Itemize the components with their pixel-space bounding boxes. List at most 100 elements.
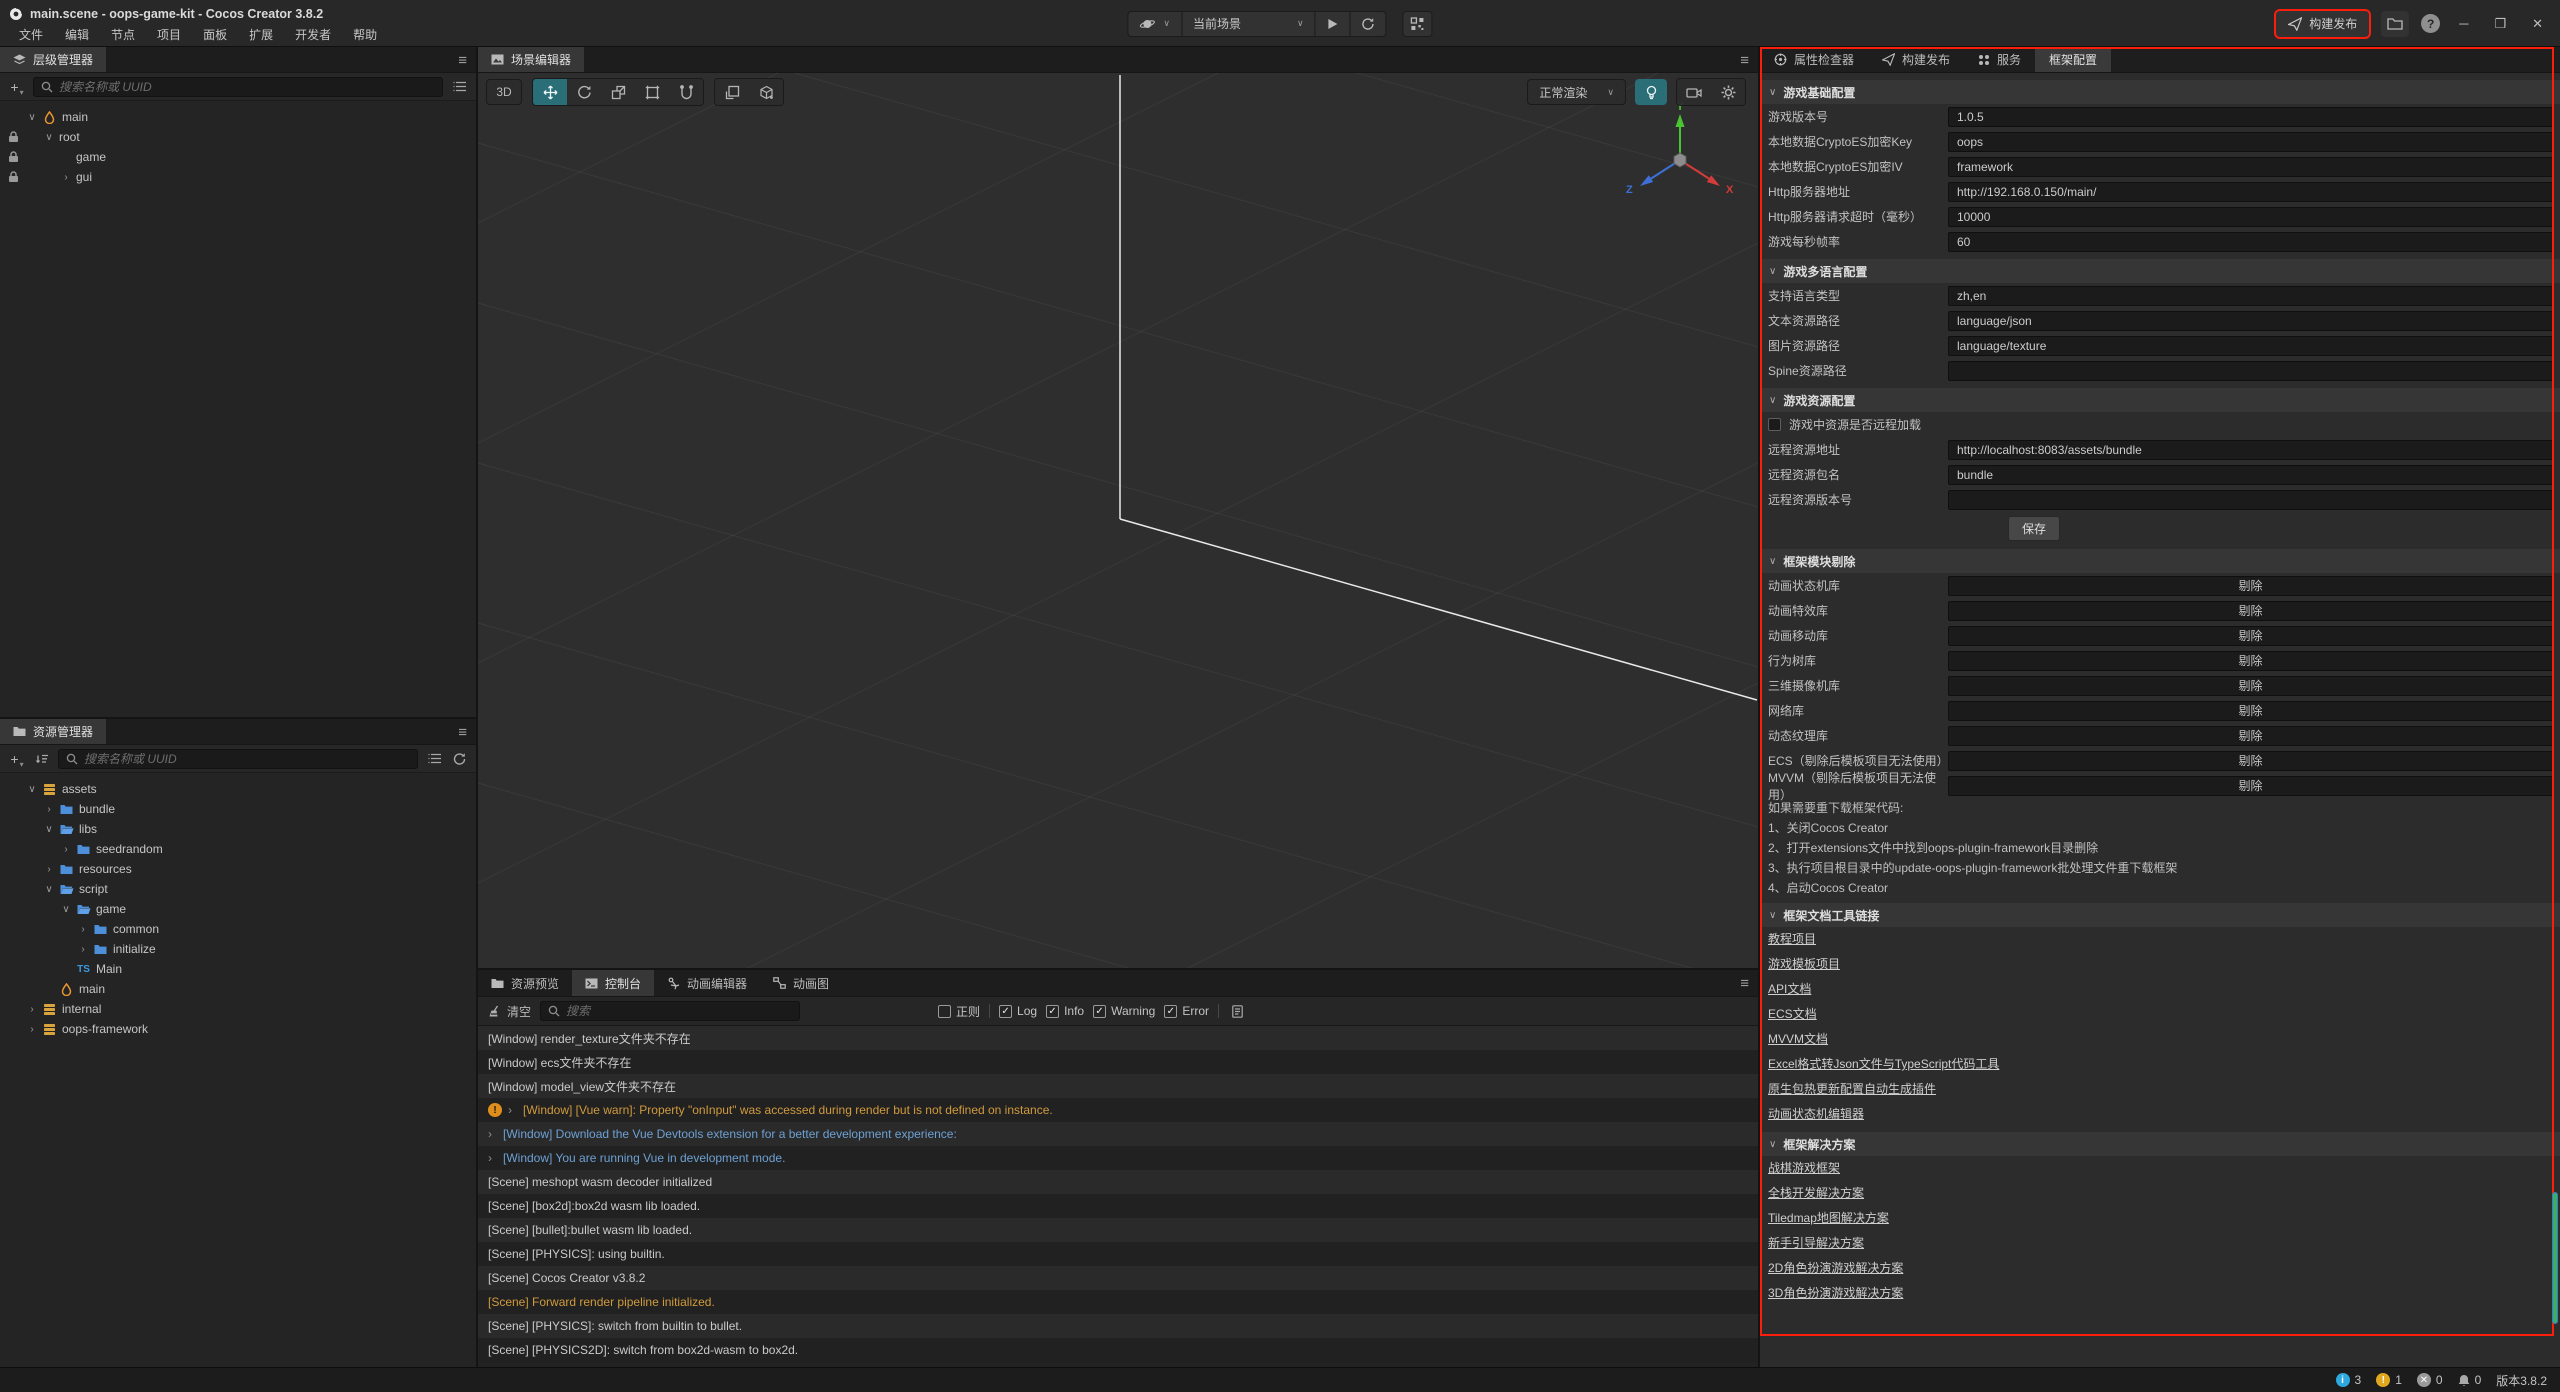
hierarchy-search[interactable]: [33, 77, 443, 97]
panel-menu-icon[interactable]: ≡: [458, 719, 467, 745]
remote-load-checkbox-row[interactable]: 游戏中资源是否远程加载: [1760, 412, 2560, 437]
menu-edit[interactable]: 编辑: [55, 24, 99, 45]
tree-node-game[interactable]: game: [0, 147, 476, 167]
remote-address-field[interactable]: [1948, 440, 2553, 460]
tab-animation-graph[interactable]: 动画图: [760, 970, 842, 996]
preview-qr-button[interactable]: [1403, 11, 1433, 37]
link-template-project[interactable]: 游戏模板项目: [1768, 952, 1840, 977]
link-2d-rpg-solution[interactable]: 2D角色扮演游戏解决方案: [1768, 1256, 1903, 1281]
tree-node-main-ts[interactable]: TS Main: [0, 959, 476, 979]
console-search-input[interactable]: [566, 1004, 792, 1018]
lang-texture-path-field[interactable]: [1948, 336, 2553, 356]
expand-arrow-icon[interactable]: ›: [508, 1103, 517, 1117]
tab-animation-editor[interactable]: 动画编辑器: [654, 970, 760, 996]
tree-node-resources[interactable]: › resources: [0, 859, 476, 879]
notification-count[interactable]: 0: [2458, 1373, 2482, 1387]
log-row[interactable]: [Window] ecs文件夹不存在: [478, 1050, 1758, 1074]
tab-hierarchy[interactable]: 层级管理器: [0, 47, 106, 72]
tab-console[interactable]: 控制台: [572, 970, 654, 996]
link-tiledmap-solution[interactable]: Tiledmap地图解决方案: [1768, 1206, 1889, 1231]
snap-tool-button[interactable]: [715, 79, 749, 105]
tree-node-gui[interactable]: › gui: [0, 167, 476, 187]
link-api-docs[interactable]: API文档: [1768, 977, 1811, 1002]
render-mode-dropdown[interactable]: 正常渲染 ∨: [1527, 79, 1626, 105]
tree-node-assets[interactable]: ∨ assets: [0, 779, 476, 799]
link-3d-rpg-solution[interactable]: 3D角色扮演游戏解决方案: [1768, 1281, 1903, 1306]
save-button[interactable]: 保存: [2008, 516, 2060, 541]
menu-developer[interactable]: 开发者: [285, 24, 341, 45]
tree-node-seedrandom[interactable]: › seedrandom: [0, 839, 476, 859]
log-row-warning[interactable]: [Scene] Forward render pipeline initiali…: [478, 1290, 1758, 1314]
tab-property-inspector[interactable]: 属性检查器: [1760, 47, 1868, 72]
warning-count[interactable]: !1: [2376, 1373, 2402, 1387]
log-row[interactable]: [Window] model_view文件夹不存在: [478, 1074, 1758, 1098]
tree-node-root[interactable]: ∨ root: [0, 127, 476, 147]
tree-node-script[interactable]: ∨ script: [0, 879, 476, 899]
tab-assets[interactable]: 资源管理器: [0, 719, 106, 744]
log-row[interactable]: [Scene] [box2d]:box2d wasm lib loaded.: [478, 1194, 1758, 1218]
remove-module-ecs-button[interactable]: 剔除: [1948, 751, 2553, 771]
gizmo-tool-button[interactable]: [669, 79, 703, 105]
link-wargame-framework[interactable]: 战棋游戏框架: [1768, 1156, 1840, 1181]
remove-module-camera-button[interactable]: 剔除: [1948, 676, 2553, 696]
tree-node-oops-framework[interactable]: › oops-framework: [0, 1019, 476, 1039]
remove-module-effect-button[interactable]: 剔除: [1948, 601, 2553, 621]
section-language[interactable]: ∨游戏多语言配置: [1760, 259, 2560, 283]
link-excel-tool[interactable]: Excel格式转Json文件与TypeScript代码工具: [1768, 1052, 1999, 1077]
tree-node-internal[interactable]: › internal: [0, 999, 476, 1019]
move-tool-button[interactable]: [533, 79, 567, 105]
minimize-button[interactable]: ─: [2452, 16, 2475, 31]
expand-arrow-icon[interactable]: ›: [44, 864, 54, 875]
tab-build-publish[interactable]: 构建发布: [1868, 47, 1964, 72]
expand-arrow-icon[interactable]: ›: [78, 944, 88, 955]
expand-arrow-icon[interactable]: ›: [61, 844, 71, 855]
remote-bundle-field[interactable]: [1948, 465, 2553, 485]
remove-module-network-button[interactable]: 剔除: [1948, 701, 2553, 721]
lock-icon[interactable]: [8, 151, 19, 163]
expand-arrow-icon[interactable]: ∨: [44, 132, 54, 143]
link-fullstack-solution[interactable]: 全栈开发解决方案: [1768, 1181, 1864, 1206]
filter-log-checkbox[interactable]: ✓Log: [999, 1004, 1037, 1018]
expand-arrow-icon[interactable]: ›: [27, 1024, 37, 1035]
link-ecs-docs[interactable]: ECS文档: [1768, 1002, 1817, 1027]
filter-warning-checkbox[interactable]: ✓Warning: [1093, 1004, 1155, 1018]
game-version-field[interactable]: [1948, 107, 2553, 127]
scrollbar-thumb[interactable]: [2552, 1192, 2558, 1324]
remove-module-behavior-button[interactable]: 剔除: [1948, 651, 2553, 671]
menu-node[interactable]: 节点: [101, 24, 145, 45]
section-solutions[interactable]: ∨框架解决方案: [1760, 1132, 2560, 1156]
regex-checkbox[interactable]: 正则: [938, 1003, 980, 1020]
expand-arrow-icon[interactable]: ›: [27, 1004, 37, 1015]
rect-tool-button[interactable]: [635, 79, 669, 105]
log-row[interactable]: [Scene] Cocos Creator v3.8.2: [478, 1266, 1758, 1290]
lock-icon[interactable]: [8, 171, 19, 183]
filter-info-checkbox[interactable]: ✓Info: [1046, 1004, 1084, 1018]
tree-node-main-scene[interactable]: main: [0, 979, 476, 999]
gear-icon-button[interactable]: [1711, 79, 1745, 105]
checkbox-icon[interactable]: [1768, 418, 1781, 431]
clear-console-button[interactable]: 清空: [488, 1003, 531, 1020]
link-guide-solution[interactable]: 新手引导解决方案: [1768, 1231, 1864, 1256]
http-timeout-field[interactable]: [1948, 207, 2553, 227]
expand-arrow-icon[interactable]: ›: [488, 1127, 497, 1141]
expand-arrow-icon[interactable]: ∨: [44, 824, 54, 835]
log-row[interactable]: [Scene] [bullet]:bullet wasm lib loaded.: [478, 1218, 1758, 1242]
menu-extension[interactable]: 扩展: [239, 24, 283, 45]
scene-3d-view[interactable]: Y X Z: [478, 73, 1758, 968]
expand-arrow-icon[interactable]: ∨: [27, 784, 37, 795]
open-folder-button[interactable]: [2381, 11, 2409, 37]
add-asset-button[interactable]: +▾: [8, 749, 26, 769]
remove-module-animator-button[interactable]: 剔除: [1948, 576, 2553, 596]
crypto-key-field[interactable]: [1948, 132, 2553, 152]
panel-menu-icon[interactable]: ≡: [1740, 970, 1749, 996]
remove-module-texture-button[interactable]: 剔除: [1948, 726, 2553, 746]
panel-menu-icon[interactable]: ≡: [1740, 47, 1749, 73]
info-count[interactable]: i3: [2336, 1373, 2362, 1387]
log-row-warning[interactable]: ! › [Window] [Vue warn]: Property "onInp…: [478, 1098, 1758, 1122]
tree-node-libs[interactable]: ∨ libs: [0, 819, 476, 839]
expand-arrow-icon[interactable]: ›: [61, 172, 71, 183]
remove-module-move-button[interactable]: 剔除: [1948, 626, 2553, 646]
tab-scene-editor[interactable]: 场景编辑器: [478, 47, 584, 72]
link-tutorial-project[interactable]: 教程项目: [1768, 927, 1816, 952]
log-row[interactable]: [Window] render_texture文件夹不存在: [478, 1026, 1758, 1050]
